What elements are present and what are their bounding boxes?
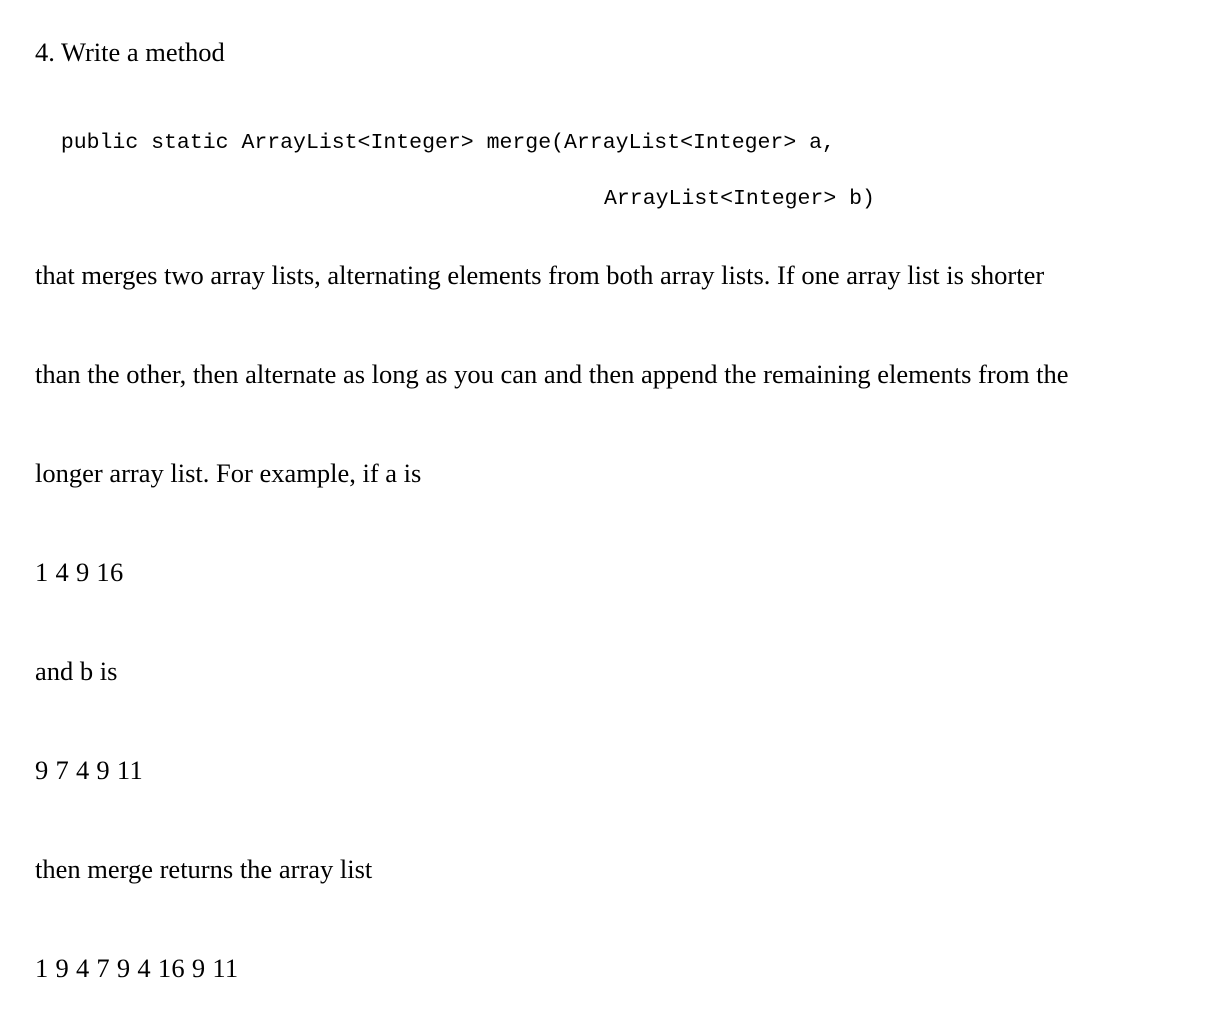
paragraph-line-2: than the other, then alternate as long a…: [35, 359, 1069, 389]
question-heading: 4. Write a method: [35, 37, 225, 67]
code-line-1: public static ArrayList<Integer> merge(A…: [60, 131, 835, 155]
result-intro: then merge returns the array list: [35, 854, 373, 884]
list-b-intro: and b is: [35, 656, 118, 686]
list-a-values: 1 4 9 16: [35, 557, 124, 587]
problem-description: that merges two array lists, alternating…: [35, 193, 1069, 1018]
paragraph-line-1: that merges two array lists, alternating…: [35, 260, 1045, 290]
result-values: 1 9 4 7 9 4 16 9 11: [35, 953, 239, 983]
paragraph-line-3: longer array list. For example, if a is: [35, 458, 422, 488]
list-b-values: 9 7 4 9 11: [35, 755, 144, 785]
